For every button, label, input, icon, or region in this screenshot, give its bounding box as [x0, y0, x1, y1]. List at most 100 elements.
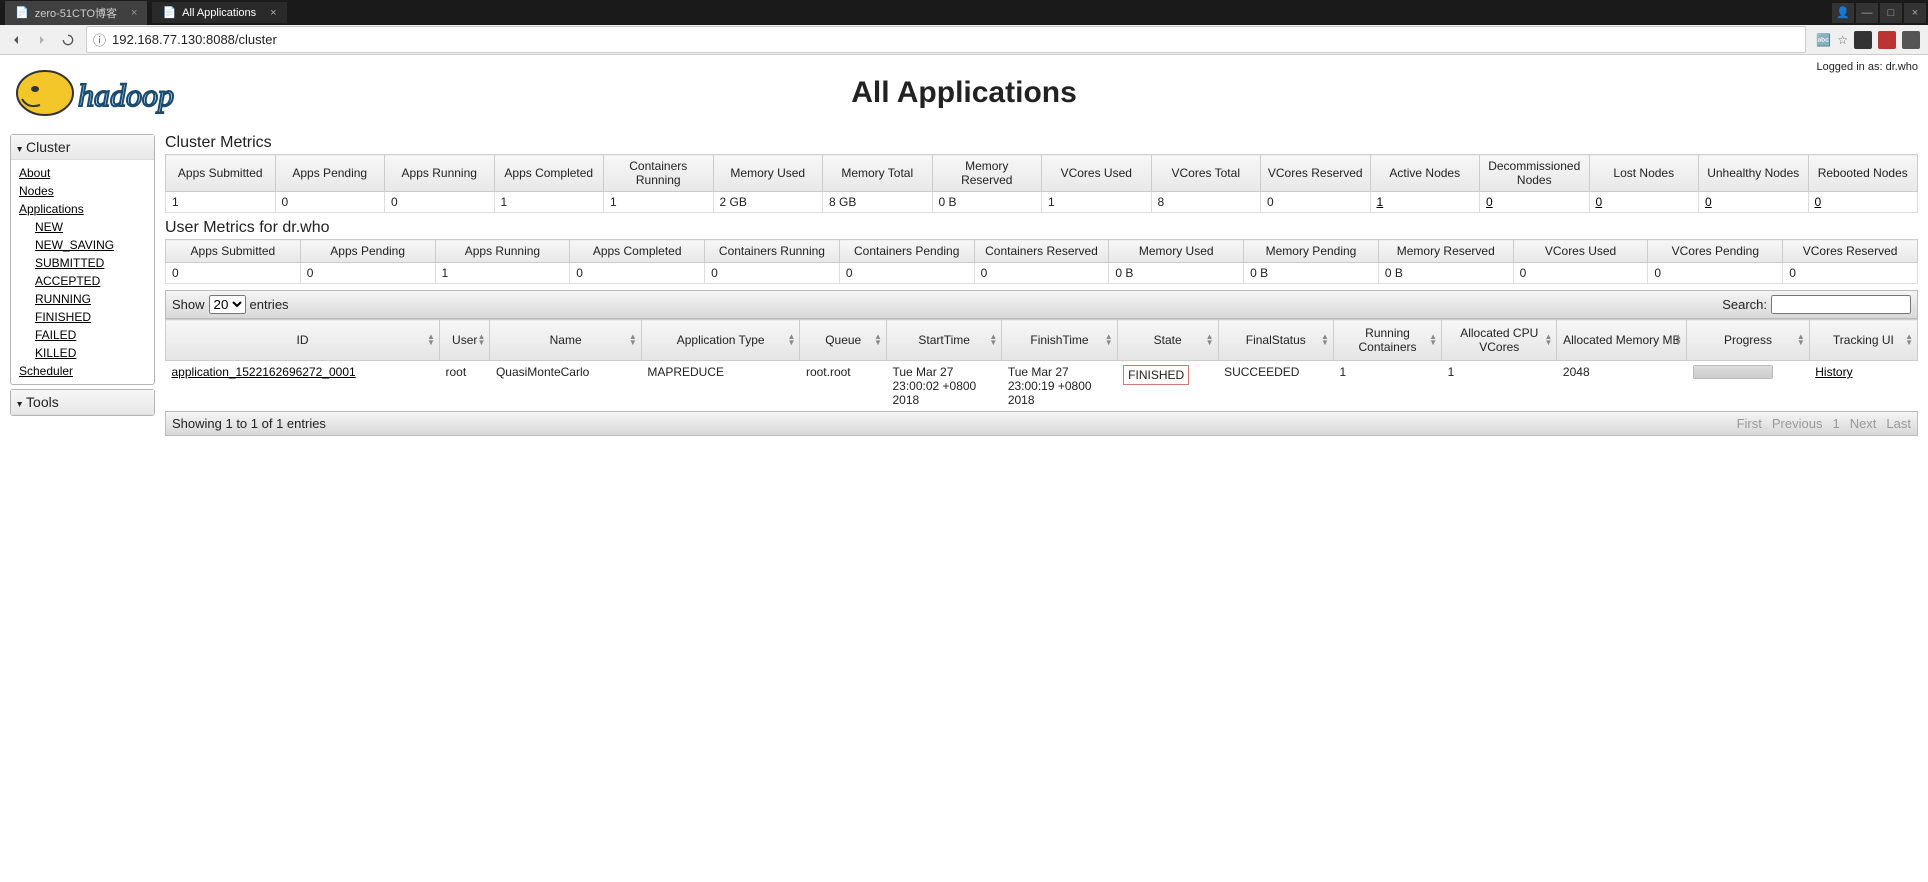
sidebar-item-nodes[interactable]: Nodes — [19, 182, 146, 200]
pager-prev[interactable]: Previous — [1772, 416, 1823, 431]
metric-cell: 2 GB — [713, 192, 823, 213]
col-header[interactable]: Queue▲▼ — [800, 320, 887, 361]
pager-next[interactable]: Next — [1850, 416, 1877, 431]
sidebar-section-tools[interactable]: Tools — [11, 390, 154, 415]
back-icon[interactable] — [8, 32, 24, 48]
sidebar-item-applications[interactable]: Applications — [19, 200, 146, 218]
sidebar-item-accepted[interactable]: ACCEPTED — [35, 272, 146, 290]
tab-favicon: 📄 — [15, 6, 29, 19]
sidebar-item-about[interactable]: About — [19, 164, 146, 182]
sort-icon[interactable]: ▲▼ — [1797, 334, 1805, 346]
sidebar-item-submitted[interactable]: SUBMITTED — [35, 254, 146, 272]
col-header[interactable]: Running Containers▲▼ — [1333, 320, 1441, 361]
sidebar-item-running[interactable]: RUNNING — [35, 290, 146, 308]
sort-icon[interactable]: ▲▼ — [427, 334, 435, 346]
col-header[interactable]: Allocated Memory MB▲▼ — [1557, 320, 1687, 361]
metric-cell: 0 — [1783, 263, 1918, 284]
col-header[interactable]: StartTime▲▼ — [886, 320, 1001, 361]
extension-icon[interactable] — [1854, 31, 1872, 49]
metric-link[interactable]: 1 — [1377, 195, 1384, 209]
col-header: Decommissioned Nodes — [1480, 155, 1590, 192]
col-header: Memory Pending — [1244, 240, 1379, 263]
cell-final: SUCCEEDED — [1218, 361, 1333, 412]
info-icon[interactable]: ⓘ — [93, 30, 106, 49]
close-icon[interactable]: × — [131, 7, 137, 19]
search-input[interactable] — [1771, 295, 1911, 314]
metric-cell: 0 — [974, 263, 1109, 284]
col-header[interactable]: Application Type▲▼ — [641, 320, 800, 361]
user-metrics-table: Apps SubmittedApps PendingApps RunningAp… — [165, 239, 1918, 284]
metric-link[interactable]: 0 — [1596, 195, 1603, 209]
extension-icon[interactable] — [1902, 31, 1920, 49]
sidebar-item-new[interactable]: NEW — [35, 218, 146, 236]
col-header[interactable]: Allocated CPU VCores▲▼ — [1442, 320, 1557, 361]
sort-icon[interactable]: ▲▼ — [1206, 334, 1214, 346]
sort-icon[interactable]: ▲▼ — [989, 334, 997, 346]
col-header[interactable]: FinishTime▲▼ — [1002, 320, 1117, 361]
col-header: Rebooted Nodes — [1808, 155, 1918, 192]
col-header[interactable]: FinalStatus▲▼ — [1218, 320, 1333, 361]
col-header: Containers Running — [705, 240, 840, 263]
sidebar-item-new_saving[interactable]: NEW_SAVING — [35, 236, 146, 254]
col-header[interactable]: ID▲▼ — [166, 320, 440, 361]
col-header: Memory Reserved — [1378, 240, 1513, 263]
browser-tab-2[interactable]: 📄 All Applications × — [152, 2, 286, 23]
minimize-button[interactable]: — — [1856, 3, 1878, 23]
pager-last[interactable]: Last — [1886, 416, 1911, 431]
sort-icon[interactable]: ▲▼ — [1321, 334, 1329, 346]
col-header[interactable]: State▲▼ — [1117, 320, 1218, 361]
close-icon[interactable]: × — [270, 7, 276, 19]
user-icon[interactable]: 👤 — [1832, 3, 1854, 23]
metric-cell: 8 GB — [823, 192, 933, 213]
sidebar-item-scheduler[interactable]: Scheduler — [19, 362, 146, 380]
col-header: Unhealthy Nodes — [1699, 155, 1809, 192]
cell-tracking: History — [1809, 361, 1917, 412]
col-header: Apps Pending — [300, 240, 435, 263]
col-header: Apps Submitted — [166, 155, 276, 192]
sidebar-item-killed[interactable]: KILLED — [35, 344, 146, 362]
reload-icon[interactable] — [60, 32, 76, 48]
translate-icon[interactable]: 🔤 — [1816, 33, 1831, 47]
page-title: All Applications — [10, 76, 1918, 110]
sort-icon[interactable]: ▲▼ — [478, 334, 486, 346]
entries-select[interactable]: 20 — [209, 295, 246, 314]
close-button[interactable]: × — [1904, 3, 1926, 23]
sidebar-item-failed[interactable]: FAILED — [35, 326, 146, 344]
sort-icon[interactable]: ▲▼ — [788, 334, 796, 346]
application-id-link[interactable]: application_1522162696272_0001 — [172, 365, 356, 379]
metric-cell: 1 — [1370, 192, 1480, 213]
maximize-button[interactable]: □ — [1880, 3, 1902, 23]
sort-icon[interactable]: ▲▼ — [1905, 334, 1913, 346]
metric-link[interactable]: 0 — [1486, 195, 1493, 209]
forward-icon[interactable] — [34, 32, 50, 48]
sort-icon[interactable]: ▲▼ — [1105, 334, 1113, 346]
sidebar-section-cluster[interactable]: Cluster — [11, 135, 154, 160]
url-text: 192.168.77.130:8088/cluster — [112, 32, 277, 47]
extension-icon[interactable] — [1878, 31, 1896, 49]
col-header[interactable]: User▲▼ — [439, 320, 489, 361]
star-icon[interactable]: ☆ — [1837, 33, 1848, 47]
sort-icon[interactable]: ▲▼ — [874, 334, 882, 346]
user-metrics-title: User Metrics for dr.who — [165, 219, 1918, 237]
sort-icon[interactable]: ▲▼ — [1545, 334, 1553, 346]
entries-label: entries — [250, 297, 289, 312]
sort-icon[interactable]: ▲▼ — [1429, 334, 1437, 346]
col-header[interactable]: Tracking UI▲▼ — [1809, 320, 1917, 361]
metric-link[interactable]: 0 — [1815, 195, 1822, 209]
tracking-link[interactable]: History — [1815, 365, 1852, 379]
sidebar-item-finished[interactable]: FINISHED — [35, 308, 146, 326]
col-header: VCores Used — [1042, 155, 1152, 192]
table-row: application_1522162696272_0001 root Quas… — [166, 361, 1918, 412]
pager-page[interactable]: 1 — [1832, 416, 1839, 431]
pager-first[interactable]: First — [1737, 416, 1762, 431]
sort-icon[interactable]: ▲▼ — [1674, 334, 1682, 346]
col-header[interactable]: Progress▲▼ — [1687, 320, 1810, 361]
address-bar[interactable]: ⓘ 192.168.77.130:8088/cluster — [86, 26, 1806, 53]
metric-link[interactable]: 0 — [1705, 195, 1712, 209]
browser-tab-1[interactable]: 📄 zero-51CTO博客 × — [5, 1, 147, 25]
search-label: Search: — [1722, 297, 1767, 312]
metric-cell: 0 — [705, 263, 840, 284]
sort-icon[interactable]: ▲▼ — [629, 334, 637, 346]
metric-cell: 1 — [435, 263, 570, 284]
col-header[interactable]: Name▲▼ — [490, 320, 641, 361]
